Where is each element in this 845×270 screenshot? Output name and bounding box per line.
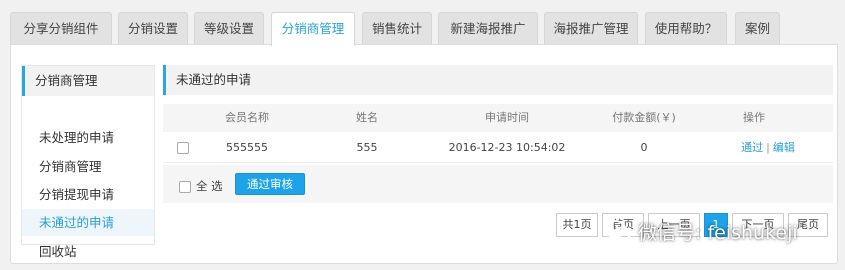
column-header-member: 会员名称 (225, 111, 269, 124)
page-title: 未通过的申请 (163, 65, 833, 95)
checkbox-box[interactable] (177, 142, 189, 154)
action-separator: | (766, 141, 770, 154)
tab-distributor-management[interactable]: 分销商管理 (271, 12, 355, 46)
tab-bar: 分享分销组件 分销设置 等级设置 分销商管理 销售统计 新建海报推广 海报推广管… (0, 0, 845, 46)
cell-time: 2016-12-23 10:54:02 (448, 141, 566, 154)
sidebar-item-withdrawals[interactable]: 分销提现申请 (22, 181, 154, 208)
table-header: 会员名称 姓名 申请时间 付款金额(￥) 操作 (163, 104, 833, 132)
approve-button[interactable]: 通过审核 (235, 173, 305, 195)
tab-sales-statistics[interactable]: 销售统计 (362, 12, 432, 45)
tab-distribution-settings[interactable]: 分销设置 (118, 12, 188, 45)
sidebar-item-distributors[interactable]: 分销商管理 (22, 153, 154, 180)
bulk-action-bar: 全 选 通过审核 (163, 165, 833, 203)
sidebar-item-rejected[interactable]: 未通过的申请 (22, 209, 154, 236)
tab-poster-management[interactable]: 海报推广管理 (544, 12, 638, 45)
sidebar-title: 分销商管理 (22, 66, 154, 96)
cell-member: 555555 (226, 141, 268, 154)
content-panel: 分销商管理 未处理的申请 分销商管理 分销提现申请 未通过的申请 回收站 未通过… (10, 44, 838, 264)
sidebar-item-recycle-bin[interactable]: 回收站 (22, 238, 154, 265)
column-header-actions: 操作 (743, 111, 765, 124)
approve-link[interactable]: 通过 (741, 141, 763, 154)
pagination-last[interactable]: 尾页 (788, 213, 828, 237)
select-all-checkbox[interactable] (179, 180, 191, 193)
cell-actions: 通过 | 编辑 (723, 133, 813, 163)
cell-name: 555 (356, 141, 378, 154)
tab-cases[interactable]: 案例 (735, 12, 780, 45)
row-checkbox[interactable] (173, 133, 193, 163)
tab-share-component[interactable]: 分享分销组件 (10, 12, 112, 45)
pagination-first[interactable]: 首页 (602, 213, 644, 237)
sidebar: 分销商管理 未处理的申请 分销商管理 分销提现申请 未通过的申请 回收站 (21, 65, 155, 259)
tab-new-poster[interactable]: 新建海报推广 (438, 12, 538, 45)
pagination-current-page[interactable]: 1 (704, 213, 728, 237)
pagination-prev[interactable]: 上一页 (648, 213, 700, 237)
select-all-label: 全 选 (196, 179, 223, 193)
sidebar-item-pending[interactable]: 未处理的申请 (22, 124, 154, 151)
select-all[interactable]: 全 选 (179, 178, 223, 194)
table-row: 555555 555 2016-12-23 10:54:02 0 通过 | 编辑 (163, 133, 833, 163)
column-header-time: 申请时间 (485, 111, 529, 124)
edit-link[interactable]: 编辑 (773, 141, 795, 154)
pagination-next[interactable]: 下一页 (732, 213, 784, 237)
tab-level-settings[interactable]: 等级设置 (194, 12, 264, 45)
column-header-name: 姓名 (356, 111, 378, 124)
tab-help[interactable]: 使用帮助？ (645, 12, 727, 45)
pagination-total: 共1页 (556, 213, 598, 237)
cell-amount: 0 (640, 141, 648, 154)
column-header-amount: 付款金额(￥) (612, 111, 676, 124)
